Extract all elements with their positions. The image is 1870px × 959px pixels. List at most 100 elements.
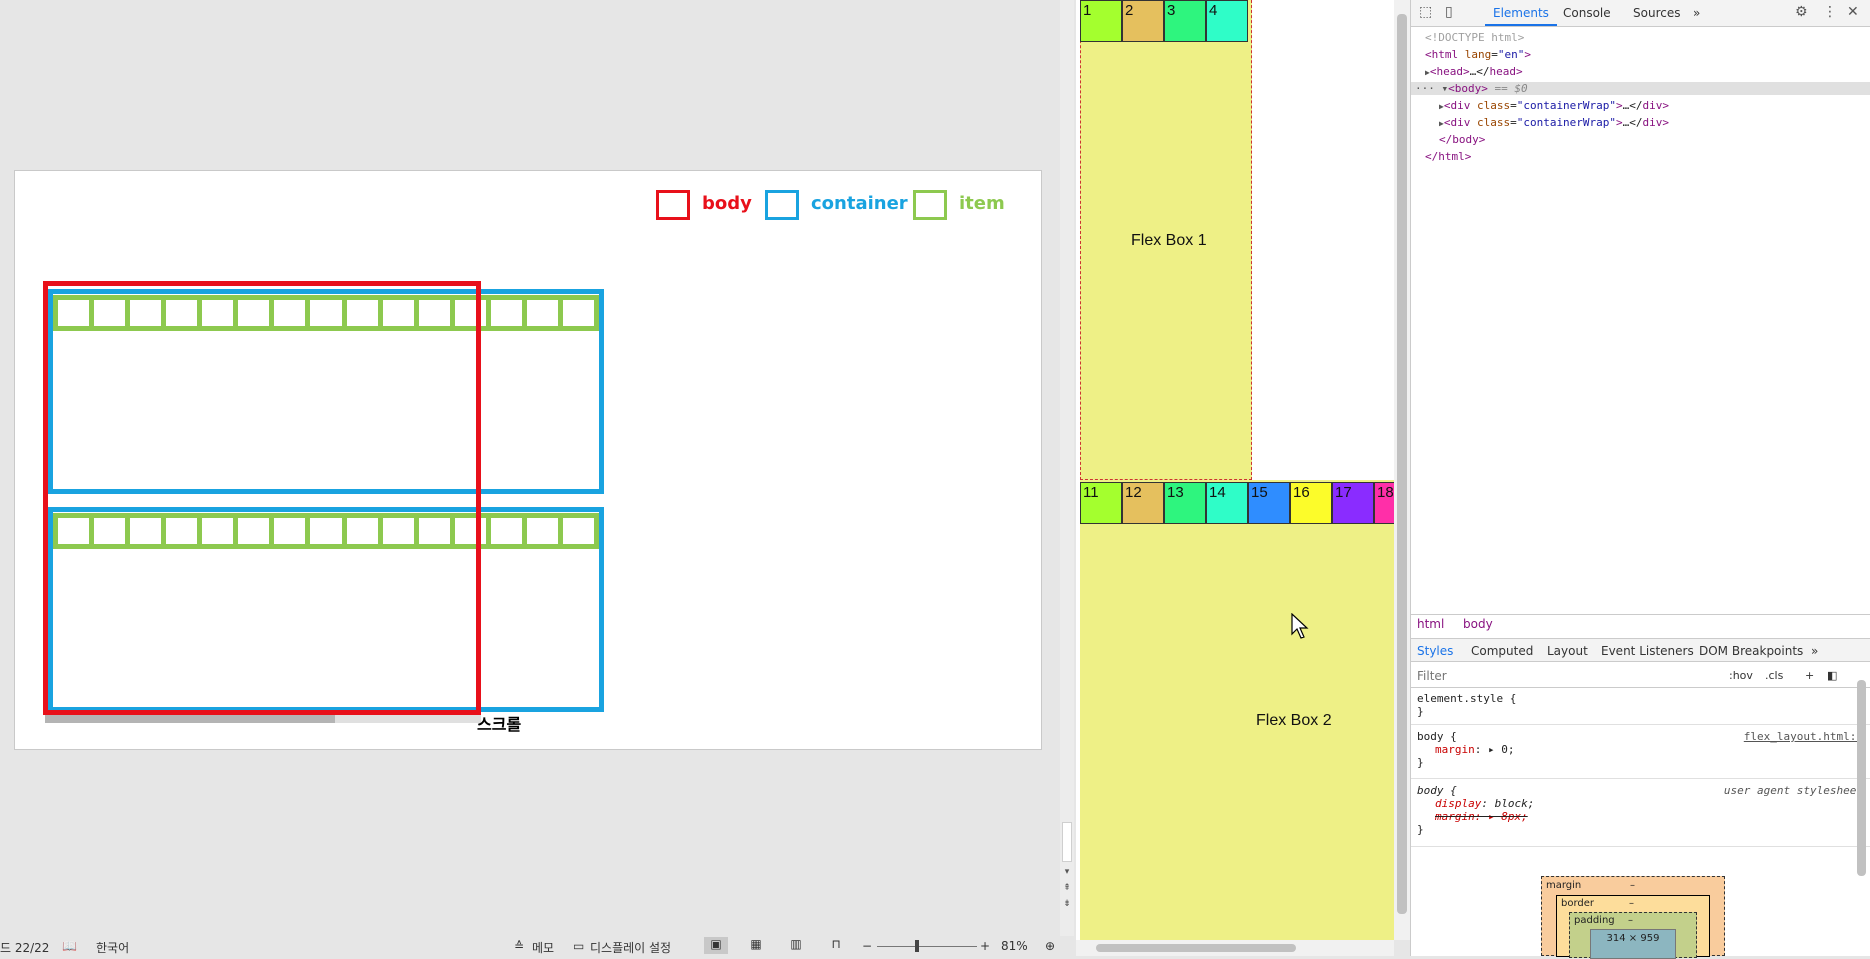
tab-computed[interactable]: Computed	[1471, 644, 1533, 658]
slideshow-icon[interactable]: ⊓	[824, 937, 848, 954]
box-model-padding-value: –	[1628, 915, 1633, 926]
flex-item: 3	[1164, 0, 1206, 42]
slide-sorter-icon[interactable]: ▦	[744, 937, 768, 954]
dom-head[interactable]: ▶<head>…</head>	[1425, 65, 1523, 78]
styles-tabbar: Styles Computed Layout Event Listeners D…	[1411, 638, 1870, 662]
dom-doctype[interactable]: <!DOCTYPE html>	[1425, 31, 1524, 44]
diagram-scroll-label: 스크롤	[477, 715, 522, 734]
dom-div-containerwrap[interactable]: ▶<div class="containerWrap">…</div>	[1439, 116, 1669, 129]
prev-slide-icon[interactable]: ⇞	[1061, 882, 1073, 896]
display-settings-icon: ▭	[573, 939, 585, 953]
zoom-slider[interactable]	[877, 946, 977, 947]
viewport-horizontal-scrollbar[interactable]	[1076, 940, 1394, 956]
zoom-level[interactable]: 81%	[1001, 939, 1028, 953]
dom-html-open[interactable]: <html lang="en">	[1425, 48, 1531, 61]
flex-item: 13	[1164, 482, 1206, 524]
tab-styles[interactable]: Styles	[1417, 644, 1453, 658]
language-status[interactable]: 한국어	[96, 939, 129, 956]
close-icon[interactable]: ✕	[1847, 4, 1859, 20]
more-styles-tabs-button[interactable]: »	[1811, 644, 1818, 658]
zoom-in-button[interactable]: +	[980, 939, 990, 953]
devtools-toolbar: ⬚ ▯ Elements Console Sources » ⚙ ⋮ ✕	[1411, 0, 1870, 27]
next-slide-icon[interactable]: ⇟	[1061, 898, 1073, 912]
cls-toggle[interactable]: .cls	[1765, 669, 1783, 682]
dom-body-close[interactable]: </body>	[1439, 133, 1485, 146]
zoom-out-button[interactable]: −	[862, 939, 872, 953]
legend-container-label: container	[811, 193, 908, 214]
viewport-vscroll-thumb[interactable]	[1397, 14, 1407, 914]
diagram-scrollbar-thumb	[45, 715, 335, 723]
slide-counter: 드 22/22	[0, 941, 50, 955]
flex-item: 12	[1122, 482, 1164, 524]
box-model-border: border – padding – 314 × 959	[1556, 895, 1710, 959]
diagram-scrollbar	[45, 715, 481, 723]
scroll-down-arrow-icon[interactable]: ▾	[1061, 866, 1073, 880]
flex-item: 18	[1374, 482, 1394, 524]
styles-filter-row: :hov .cls + ◧	[1411, 664, 1870, 688]
fit-to-window-icon[interactable]: ⊕	[1045, 939, 1055, 953]
reading-view-icon[interactable]: ▥	[784, 937, 808, 954]
viewport-hscroll-thumb[interactable]	[1096, 944, 1296, 952]
flex-item: 2	[1122, 0, 1164, 42]
styles-vertical-scrollbar[interactable]	[1855, 680, 1869, 876]
dom-div-containerwrap[interactable]: ▶<div class="containerWrap">…</div>	[1439, 99, 1669, 112]
flex-item: 16	[1290, 482, 1332, 524]
tab-console[interactable]: Console	[1563, 6, 1611, 20]
flex-box-2-label: Flex Box 2	[1256, 712, 1332, 729]
display-settings-button[interactable]: 디스플레이 설정	[590, 939, 671, 956]
stylesheet-link[interactable]: flex_layout.html:8	[1744, 730, 1863, 743]
browser-viewport[interactable]: Flex Box 1 1 2 3 4 Flex Box 2 11 12 13 1…	[1076, 0, 1394, 956]
slide-scroll-thumb[interactable]	[1062, 822, 1072, 862]
styles-scroll-thumb[interactable]	[1857, 680, 1866, 876]
slide-vertical-scrollbar[interactable]: ▾ ⇞ ⇟	[1060, 0, 1074, 940]
flex-box-2: Flex Box 2	[1080, 480, 1394, 940]
legend-item-swatch	[913, 190, 947, 220]
inspect-element-icon[interactable]: ⬚	[1419, 4, 1432, 20]
flex-item: 17	[1332, 482, 1374, 524]
box-model-border-label: border	[1561, 898, 1595, 909]
flex-box-1-label: Flex Box 1	[1131, 232, 1207, 249]
breadcrumb-body[interactable]: body	[1463, 617, 1493, 631]
dom-tree[interactable]: <!DOCTYPE html> <html lang="en"> ▶<head>…	[1411, 28, 1870, 614]
rule-separator	[1411, 778, 1870, 779]
diagram-body-box	[43, 281, 481, 715]
more-options-icon[interactable]: ⋮	[1823, 4, 1837, 20]
more-tabs-button[interactable]: »	[1693, 6, 1700, 20]
hov-toggle[interactable]: :hov	[1729, 669, 1753, 682]
rule-element-style[interactable]: element.style { }	[1417, 692, 1863, 718]
legend-item-label: item	[959, 193, 1005, 214]
accessibility-book-icon[interactable]: 📖	[62, 939, 77, 953]
breadcrumb: html body	[1411, 614, 1870, 632]
dom-html-close[interactable]: </html>	[1425, 150, 1471, 163]
rule-body-user-agent[interactable]: body { user agent stylesheet display: bl…	[1417, 784, 1863, 836]
legend-container-swatch	[765, 190, 799, 220]
viewport-vertical-scrollbar[interactable]	[1394, 0, 1410, 940]
box-model-content[interactable]: 314 × 959	[1590, 929, 1676, 959]
rule-separator	[1411, 724, 1870, 725]
breadcrumb-html[interactable]: html	[1417, 617, 1444, 631]
box-model-diagram[interactable]: margin – border – padding – 314 × 959	[1541, 876, 1725, 959]
slide-canvas[interactable]: body container item 스크롤	[14, 170, 1042, 750]
flex-box-1: Flex Box 1	[1080, 0, 1252, 480]
settings-gear-icon[interactable]: ⚙	[1795, 4, 1808, 20]
rule-body-author[interactable]: body { flex_layout.html:8 margin: ▸ 0; }	[1417, 730, 1863, 769]
toggle-sidebar-icon[interactable]: ◧	[1827, 669, 1837, 682]
tab-sources[interactable]: Sources	[1633, 6, 1680, 20]
memo-button[interactable]: 메모	[532, 939, 554, 956]
flex-item: 15	[1248, 482, 1290, 524]
tab-event-listeners[interactable]: Event Listeners	[1601, 644, 1694, 658]
new-rule-icon[interactable]: +	[1805, 669, 1814, 682]
normal-view-icon[interactable]: ▣	[704, 937, 728, 954]
tab-elements[interactable]: Elements	[1485, 6, 1557, 26]
flex-item: 1	[1080, 0, 1122, 42]
styles-filter-input[interactable]	[1417, 668, 1717, 684]
dom-body-selected[interactable]: ··· ▾<body> == $0	[1411, 82, 1870, 95]
user-agent-stylesheet-label: user agent stylesheet	[1723, 784, 1863, 797]
device-toolbar-icon[interactable]: ▯	[1445, 4, 1453, 20]
box-model-border-value: –	[1629, 898, 1634, 909]
flex-item: 14	[1206, 482, 1248, 524]
tab-layout[interactable]: Layout	[1547, 644, 1588, 658]
zoom-slider-thumb[interactable]	[915, 940, 919, 952]
presentation-pane: body container item 스크롤	[0, 0, 1062, 956]
tab-dom-breakpoints[interactable]: DOM Breakpoints	[1699, 644, 1803, 658]
